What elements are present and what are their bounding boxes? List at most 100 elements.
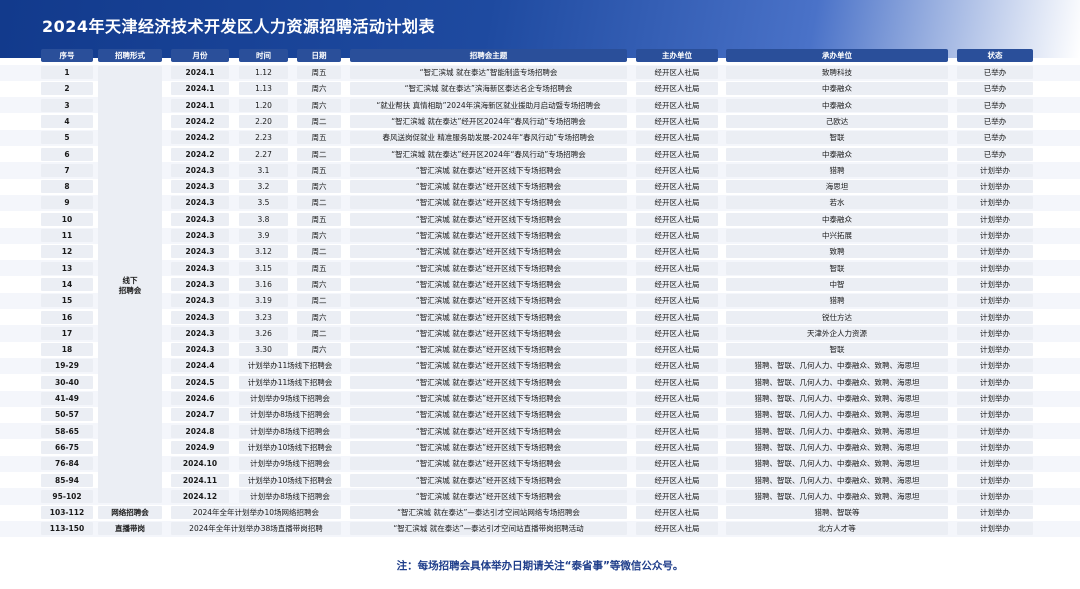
cell-organizer: 经开区人社局 [636, 82, 718, 96]
cell-status: 计划举办 [957, 424, 1033, 438]
cell-organizer: 经开区人社局 [636, 261, 718, 275]
cell-weekday: 周二 [297, 326, 341, 340]
cell-month: 2024.3 [171, 180, 229, 194]
cell-seq: 2 [41, 82, 93, 96]
cell-organizer: 经开区人社局 [636, 408, 718, 422]
cell-organizer: 经开区人社局 [636, 473, 718, 487]
cell-month: 2024.8 [171, 424, 229, 438]
cell-seq: 18 [41, 343, 93, 357]
cell-organizer: 经开区人社局 [636, 212, 718, 226]
cell-seq: 16 [41, 310, 93, 324]
cell-status: 计划举办 [957, 196, 1033, 210]
cell-status: 计划举办 [957, 180, 1033, 194]
cell-theme: “智汇滨城 就在泰达”经开区线下专场招聘会 [350, 261, 627, 275]
cell-month: 2024.3 [171, 326, 229, 340]
header-form: 招聘形式 [98, 49, 162, 62]
cell-theme: “智汇滨城 就在泰达”经开区线下专场招聘会 [350, 457, 627, 471]
header-weekday: 日期 [297, 49, 341, 62]
cell-theme: “智汇滨城 就在泰达”经开区线下专场招聘会 [350, 343, 627, 357]
cell-status: 计划举办 [957, 212, 1033, 226]
cell-undertaker: 致聘 [726, 245, 948, 259]
cell-undertaker: 智联 [726, 131, 948, 145]
cell-status: 计划举办 [957, 440, 1033, 454]
header-undertaker: 承办单位 [726, 49, 948, 62]
cell-theme: “智汇滨城 就在泰达”经开区2024年“春风行动”专场招聘会 [350, 147, 627, 161]
cell-month: 2024.5 [171, 375, 229, 389]
cell-time: 3.9 [239, 229, 288, 242]
cell-organizer: 经开区人社局 [636, 343, 718, 357]
cell-undertaker: 猎聘、智联、几何人力、中泰融众、致聘、海思坦 [726, 408, 948, 422]
cell-status: 计划举办 [957, 473, 1033, 487]
cell-plan-count: 计划举办8场线下招聘会 [239, 489, 341, 503]
cell-month: 2024.3 [171, 343, 229, 357]
cell-weekday: 周五 [297, 261, 341, 275]
cell-time: 3.30 [239, 343, 288, 357]
cell-undertaker: 猎聘 [726, 163, 948, 177]
cell-weekday: 周二 [297, 294, 341, 308]
cell-theme: “智汇滨城 就在泰达”—泰达引才空间站网络专场招聘会 [350, 506, 627, 520]
cell-undertaker: 中泰融众 [726, 82, 948, 96]
cell-undertaker: 若水 [726, 196, 948, 210]
cell-organizer: 经开区人社局 [636, 326, 718, 340]
cell-month: 2024.3 [171, 212, 229, 226]
cell-undertaker: 海思坦 [726, 180, 948, 194]
cell-seq: 103-112 [41, 506, 93, 520]
cell-theme: “智汇滨城 就在泰达”经开区线下专场招聘会 [350, 408, 627, 422]
cell-plan-count: 计划举办11场线下招聘会 [239, 375, 341, 389]
cell-weekday: 周二 [297, 147, 341, 161]
cell-status: 计划举办 [957, 245, 1033, 259]
cell-month: 2024.1 [171, 98, 229, 112]
cell-theme: “智汇滨城 就在泰达”经开区线下专场招聘会 [350, 163, 627, 177]
cell-status: 计划举办 [957, 310, 1033, 324]
cell-form: 直播带岗 [98, 522, 162, 536]
cell-theme: “智汇滨城 就在泰达”经开区线下专场招聘会 [350, 180, 627, 194]
cell-undertaker: 猎聘、智联、几何人力、中泰融众、致聘、海思坦 [726, 440, 948, 454]
cell-seq: 3 [41, 98, 93, 112]
cell-time: 3.16 [239, 277, 288, 291]
cell-organizer: 经开区人社局 [636, 147, 718, 161]
cell-month: 2024.3 [171, 294, 229, 308]
cell-plan-count: 2024年全年计划举办10场网络招聘会 [171, 506, 341, 520]
cell-month: 2024.7 [171, 408, 229, 422]
cell-theme: “智汇滨城 就在泰达”智能制造专场招聘会 [350, 66, 627, 79]
cell-time: 1.20 [239, 98, 288, 112]
cell-month: 2024.12 [171, 489, 229, 503]
cell-organizer: 经开区人社局 [636, 180, 718, 194]
cell-theme: “智汇滨城 就在泰达”经开区线下专场招聘会 [350, 359, 627, 373]
cell-seq: 5 [41, 131, 93, 145]
cell-undertaker: 中兴拓展 [726, 229, 948, 242]
cell-theme: “智汇滨城 就在泰达”经开区线下专场招聘会 [350, 473, 627, 487]
cell-seq: 58-65 [41, 424, 93, 438]
cell-seq: 50-57 [41, 408, 93, 422]
cell-organizer: 经开区人社局 [636, 522, 718, 536]
cell-weekday: 周五 [297, 212, 341, 226]
cell-plan-count: 计划举办10场线下招聘会 [239, 473, 341, 487]
cell-seq: 7 [41, 163, 93, 177]
cell-time: 3.12 [239, 245, 288, 259]
cell-organizer: 经开区人社局 [636, 375, 718, 389]
cell-undertaker: 天津外企人力资源 [726, 326, 948, 340]
page-title: 2024年天津经济技术开发区人力资源招聘活动计划表 [42, 17, 436, 36]
cell-time: 1.13 [239, 82, 288, 96]
cell-theme: “智汇滨城 就在泰达”经开区线下专场招聘会 [350, 196, 627, 210]
cell-theme: “智汇滨城 就在泰达”经开区线下专场招聘会 [350, 375, 627, 389]
cell-weekday: 周六 [297, 98, 341, 112]
cell-status: 计划举办 [957, 408, 1033, 422]
cell-time: 3.2 [239, 180, 288, 194]
cell-organizer: 经开区人社局 [636, 424, 718, 438]
cell-month: 2024.1 [171, 82, 229, 96]
cell-theme: “智汇滨城 就在泰达”经开区线下专场招聘会 [350, 310, 627, 324]
cell-time: 3.15 [239, 261, 288, 275]
cell-month: 2024.11 [171, 473, 229, 487]
cell-organizer: 经开区人社局 [636, 229, 718, 242]
cell-time: 3.5 [239, 196, 288, 210]
cell-undertaker: 猎聘、智联、几何人力、中泰融众、致聘、海思坦 [726, 489, 948, 503]
cell-status: 计划举办 [957, 375, 1033, 389]
cell-theme: “智汇滨城 就在泰达”经开区线下专场招聘会 [350, 229, 627, 242]
cell-seq: 113-150 [41, 522, 93, 536]
cell-seq: 4 [41, 114, 93, 128]
cell-seq: 85-94 [41, 473, 93, 487]
cell-undertaker: 北方人才等 [726, 522, 948, 536]
cell-form: 网络招聘会 [98, 506, 162, 520]
cell-seq: 30-40 [41, 375, 93, 389]
